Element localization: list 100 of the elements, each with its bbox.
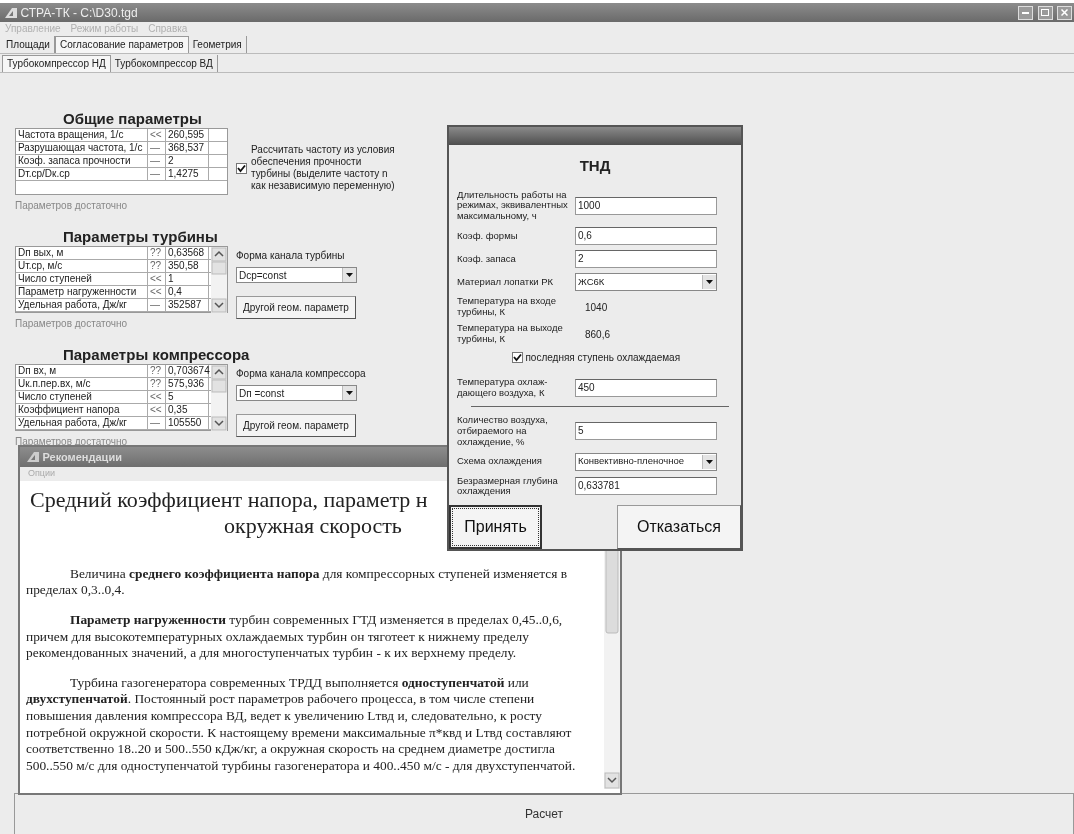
geometry-button[interactable]: Другой геом. параметр	[236, 296, 356, 319]
dropdown-arrow-icon[interactable]	[706, 280, 713, 285]
checkmark-icon	[512, 352, 522, 362]
dropdown[interactable]: Конвективно-пленочное	[575, 452, 717, 471]
input-field[interactable]: 0,633781	[575, 477, 717, 496]
dropdown[interactable]: Dп =const	[236, 385, 357, 401]
section-title: Параметры турбины	[63, 229, 218, 245]
field-label: Температура охлаж- дающего воздуха, К	[457, 376, 549, 399]
paragraph: Турбина газогенератора современных ТРДД выполняется одноступенчатой или двухступенчатой. Постоянный рост параметров рабочего процесса, в том числе степени повышения давления компрессора ВД, ведет к увеличению Lтвд и, следовательно, к росту потребной окружной скорости. К настоящему времени максимальные π*квд и Lтвд составляют соответственно 18..20 и 500..550 кДж/кг, а окружная скорость на среднем диаметре достигла 500..550 м/с для одноступенчатой турбины газогенератора и 400..450 м/с - для двухступенчатой.	[26, 674, 577, 775]
dropdown-arrow-icon[interactable]	[346, 273, 353, 277]
tab[interactable]: Согласование параметров	[54, 36, 189, 53]
field-label: Форма канала компрессора	[236, 367, 366, 381]
heading: окружная скорость	[224, 513, 402, 540]
minimize-button[interactable]	[1018, 5, 1033, 20]
close-icon	[1061, 9, 1068, 16]
section-title: Параметры компрессора	[63, 347, 250, 363]
subtab[interactable]: Турбокомпрессор НД	[2, 55, 111, 72]
checkmark-icon	[237, 163, 246, 173]
field-label: Безразмерная глубина охлаждения	[457, 475, 559, 498]
window-title: Рекомендации	[42, 449, 122, 465]
parameter-value[interactable]: 368,537	[165, 142, 209, 154]
status-mark: —	[149, 417, 161, 429]
status-mark: <<	[149, 391, 163, 403]
parameter-value[interactable]: 260,595	[165, 129, 209, 141]
parameter-value[interactable]: 2	[165, 155, 209, 167]
status-mark: <<	[149, 286, 163, 298]
cancel-button[interactable]: Отказаться	[617, 505, 741, 549]
status-mark: —	[149, 168, 161, 180]
parameter-value[interactable]: 0,63568	[165, 247, 209, 259]
parameter-value[interactable]: 350,58	[165, 260, 209, 272]
close-button[interactable]	[1057, 5, 1072, 20]
maximize-button[interactable]	[1037, 5, 1053, 20]
parameter-name: Число ступеней	[16, 391, 148, 403]
parameter-value[interactable]: 352587	[165, 299, 209, 311]
parameter-name: Uк.п.пер.вх, м/с	[16, 378, 148, 390]
input-field[interactable]: 1000	[575, 196, 717, 215]
calculate-button[interactable]: Расчет	[14, 793, 1074, 834]
parameter-value[interactable]: 0,35	[165, 404, 209, 416]
parameter-value[interactable]: 105550	[165, 417, 209, 429]
dropdown-arrow-icon[interactable]	[346, 391, 353, 395]
window-title: СТРА-ТК - C:\D30.tgd	[20, 4, 139, 22]
dropdown-value: Dп =const	[239, 386, 285, 401]
status-mark: —	[149, 142, 161, 154]
input-field[interactable]: 2	[575, 250, 717, 269]
parameter-value[interactable]: 5	[165, 391, 209, 403]
status-mark: <<	[149, 273, 163, 285]
parameter-value[interactable]: 575,936	[165, 378, 209, 390]
checkbox-label: последняя ступень охлаждаемая	[525, 350, 681, 365]
minimize-icon	[1022, 11, 1029, 14]
parameter-value[interactable]: 0,703674	[165, 365, 209, 377]
status-mark: ??	[149, 260, 163, 272]
dropdown-arrow-icon[interactable]	[706, 459, 713, 464]
status-text: Параметров достаточно	[15, 199, 129, 213]
app-icon	[4, 6, 18, 19]
field-label: Количество воздуха, отбираемого на охлаждение, %	[457, 414, 549, 448]
tab[interactable]: Площади	[2, 36, 55, 53]
parameter-name: Dт.ср/Dк.ср	[16, 168, 148, 180]
field-label: Коэф. запаса	[457, 253, 517, 265]
status-mark: <<	[149, 129, 163, 141]
dropdown-value: ЖС6К	[578, 275, 605, 290]
readout-value: 1040	[584, 300, 608, 315]
parameter-value[interactable]: 0,4	[165, 286, 209, 298]
readout-value: 860,6	[584, 327, 611, 342]
parameter-name: Коэф. запаса прочности	[16, 155, 148, 167]
status-mark: ??	[149, 365, 163, 377]
status-mark: <<	[149, 404, 163, 416]
status-text: Параметров достаточно	[15, 317, 129, 331]
field-label: Длительность работы на режимах, эквивалентных максимальному, ч	[457, 189, 569, 223]
dropdown[interactable]: ЖС6К	[575, 273, 717, 292]
parameter-name: Коэффициент напора	[16, 404, 148, 416]
parameter-value[interactable]: 1,4275	[165, 168, 209, 180]
status-mark: —	[149, 155, 161, 167]
dropdown-value: Конвективно-пленочное	[578, 454, 684, 469]
tab[interactable]: Геометрия	[188, 36, 247, 53]
status-mark: ??	[149, 247, 163, 259]
subtab[interactable]: Турбокомпрессор ВД	[110, 55, 218, 72]
dropdown[interactable]: Dcp=const	[236, 267, 357, 283]
checkbox[interactable]	[236, 162, 247, 174]
field-label: Схема охлаждения	[457, 456, 543, 467]
accept-button[interactable]: Принять	[449, 505, 542, 549]
parameter-name: Параметр нагруженности	[16, 286, 148, 298]
dropdown-value: Dcp=const	[239, 268, 287, 283]
scrollbar[interactable]	[211, 365, 227, 431]
geometry-button[interactable]: Другой геом. параметр	[236, 414, 356, 437]
field-label: Температура на входе турбины, К	[457, 296, 557, 319]
status-mark: —	[149, 299, 161, 311]
section-title: Общие параметры	[63, 111, 202, 127]
heading: Средний коэффициент напора, параметр н	[30, 487, 428, 514]
input-field[interactable]: 0,6	[575, 227, 717, 246]
field-label: Температура на выходе турбины, К	[457, 323, 564, 345]
parameter-name: Dп вх, м	[16, 365, 148, 377]
input-field[interactable]: 5	[575, 422, 717, 441]
maximize-icon	[1041, 9, 1049, 16]
parameter-value[interactable]: 1	[165, 273, 209, 285]
checkbox[interactable]	[511, 351, 523, 363]
scrollbar[interactable]	[211, 247, 227, 313]
paragraph: Величина среднего коэффициента напора для компрессорных ступеней изменяется в пределах 0,3..0,4.	[26, 565, 568, 599]
input-field[interactable]: 450	[575, 378, 717, 397]
paragraph: Параметр нагруженности турбин современных ГТД изменяется в пределах 0,45..0,6, причем для высокотемпературных охлаждаемых турбин он тяготеет к нижнему пределу рекомендованных значений, а для многоступенчатых турбин - к их верхнему пределу.	[26, 612, 564, 662]
field-label: Материал лопатки РК	[457, 276, 555, 288]
